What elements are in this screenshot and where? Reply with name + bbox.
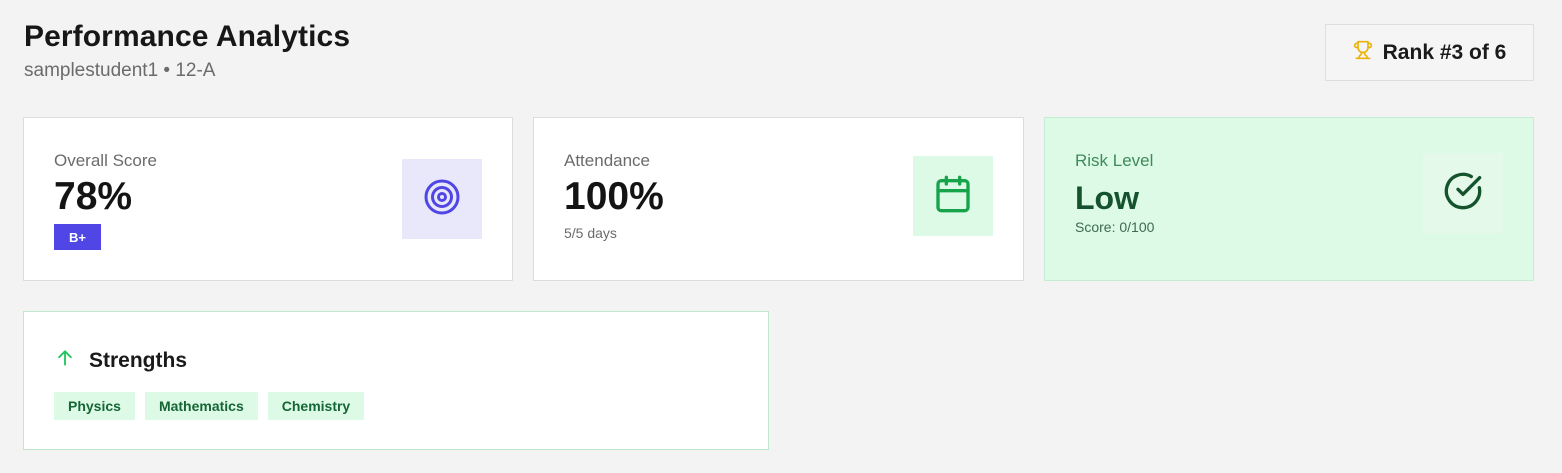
strengths-title: Strengths — [89, 348, 188, 372]
rank-badge: Rank #3 of 6 — [1325, 24, 1534, 81]
strength-tags: Physics Mathematics Chemistry — [54, 392, 365, 420]
strength-tag-physics: Physics — [54, 392, 135, 420]
rank-label: Rank #3 of 6 — [1382, 40, 1507, 64]
overall-score-card: Overall Score 78% B+ — [23, 117, 513, 281]
attendance-label: Attendance — [564, 151, 651, 170]
strengths-panel: Strengths Physics Mathematics Chemistry — [23, 311, 769, 450]
page-header: Performance Analytics samplestudent1 • 1… — [24, 18, 350, 83]
student-subtitle: samplestudent1 • 12-A — [24, 60, 216, 81]
check-circle-icon-box — [1423, 153, 1503, 233]
target-icon — [422, 177, 462, 222]
strength-tag-mathematics: Mathematics — [144, 392, 258, 420]
strengths-header: Strengths — [55, 348, 187, 373]
performance-analytics-page: Performance Analytics samplestudent1 • 1… — [0, 0, 1562, 473]
overall-score-value: 78% — [54, 175, 133, 218]
arrow-up-icon — [55, 348, 75, 373]
check-circle-icon — [1443, 171, 1483, 216]
risk-level-card: Risk Level Low Score: 0/100 — [1044, 117, 1534, 281]
attendance-detail: 5/5 days — [564, 225, 617, 241]
trophy-icon — [1353, 40, 1373, 65]
grade-badge: B+ — [54, 224, 101, 250]
calendar-icon-box — [913, 156, 993, 236]
attendance-value: 100% — [564, 175, 664, 218]
target-icon-box — [402, 159, 482, 239]
overall-score-label: Overall Score — [54, 151, 157, 170]
risk-level-value: Low — [1075, 180, 1139, 216]
attendance-card: Attendance 100% 5/5 days — [533, 117, 1024, 281]
calendar-icon — [933, 174, 973, 219]
page-title: Performance Analytics — [24, 20, 351, 53]
risk-level-label: Risk Level — [1075, 151, 1154, 170]
risk-score: Score: 0/100 — [1075, 219, 1155, 235]
strength-tag-chemistry: Chemistry — [267, 392, 365, 420]
